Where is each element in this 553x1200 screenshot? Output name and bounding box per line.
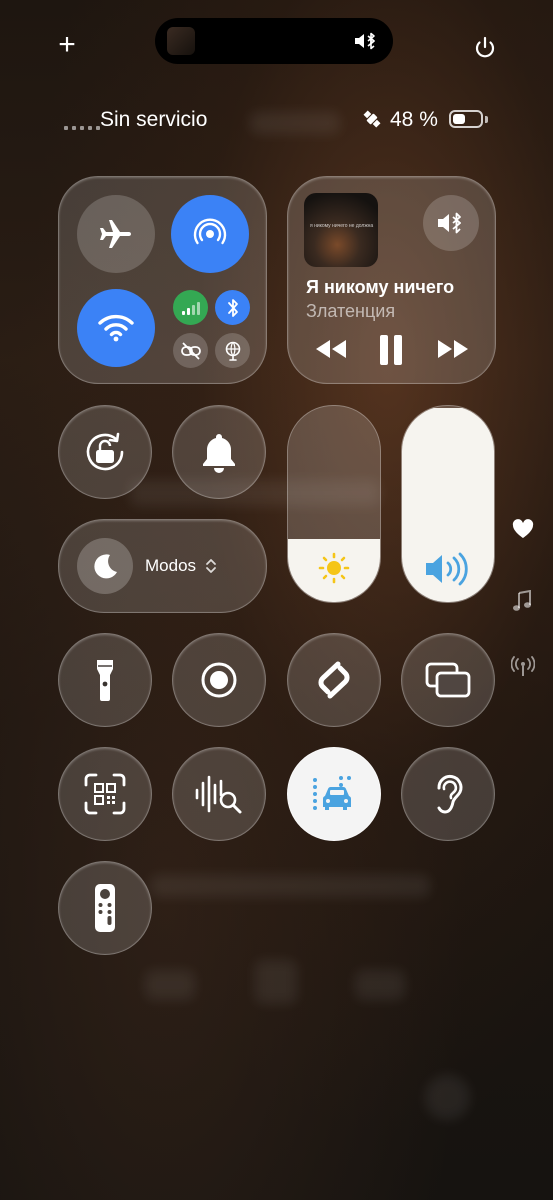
chain-link-icon — [180, 341, 201, 360]
battery-fill — [453, 114, 466, 124]
connectivity-tile[interactable] — [58, 176, 267, 384]
airplane-mode-button[interactable] — [77, 195, 155, 273]
fast-forward-icon[interactable] — [436, 338, 470, 360]
airplane-icon — [100, 220, 131, 248]
track-artist: Златенция — [306, 301, 396, 321]
blurred-background — [355, 970, 405, 1000]
bluetooth-icon — [227, 298, 238, 317]
silent-mode-button[interactable] — [172, 405, 266, 499]
pause-icon[interactable] — [378, 334, 404, 366]
vpn-button[interactable] — [215, 333, 250, 368]
satellite-icon — [360, 106, 384, 132]
dynamic-island[interactable] — [155, 18, 393, 64]
vehicle-motion-cues-button[interactable] — [287, 747, 381, 841]
hotspot-button[interactable] — [173, 333, 208, 368]
chevron-up-down-icon — [205, 557, 217, 575]
bell-icon — [203, 434, 235, 473]
hearing-icon — [437, 774, 463, 814]
blurred-background — [150, 875, 430, 897]
airdrop-button[interactable] — [171, 195, 249, 273]
shazam-icon — [318, 661, 350, 699]
cellular-button[interactable] — [173, 290, 208, 325]
status-bar: Sin servicio 48 % — [64, 106, 494, 134]
bluetooth-button[interactable] — [215, 290, 250, 325]
code-scanner-button[interactable] — [58, 747, 152, 841]
globe-icon — [225, 341, 240, 361]
cellular-icon — [181, 301, 200, 315]
blurred-background — [255, 960, 297, 1004]
sound-recognition-icon — [195, 775, 242, 814]
modes-label: Modos — [145, 556, 197, 575]
vehicle-motion-icon — [313, 776, 352, 810]
carrier-label: Sin servicio — [100, 108, 208, 131]
focus-modes-button[interactable]: Modos — [58, 519, 267, 613]
rewind-icon[interactable] — [314, 338, 348, 360]
album-art-text: я никому ничего не должна — [310, 223, 374, 229]
broadcast-icon[interactable] — [511, 656, 535, 678]
battery-percent: 48 % — [390, 108, 438, 131]
wifi-button[interactable] — [77, 289, 155, 367]
flashlight-icon — [97, 660, 113, 701]
airdrop-icon — [193, 218, 227, 245]
screen-mirroring-button[interactable] — [401, 633, 495, 727]
hearing-button[interactable] — [401, 747, 495, 841]
screen-mirroring-icon — [425, 662, 471, 698]
power-icon[interactable] — [471, 34, 499, 62]
battery-icon — [449, 110, 483, 128]
bluetooth-speaker-icon — [353, 30, 379, 52]
apple-tv-remote-button[interactable] — [58, 861, 152, 955]
rotation-lock-icon — [86, 432, 124, 471]
sun-icon — [318, 552, 350, 584]
sound-recognition-button[interactable] — [172, 747, 266, 841]
blurred-background — [145, 970, 195, 1000]
rotation-lock-button[interactable] — [58, 405, 152, 499]
music-note-icon[interactable] — [512, 590, 532, 612]
plus-icon[interactable]: + — [52, 30, 82, 60]
moon-icon — [77, 538, 133, 594]
qr-scanner-icon — [84, 773, 126, 815]
shazam-button[interactable] — [287, 633, 381, 727]
screen-record-icon — [201, 662, 237, 698]
screen-record-button[interactable] — [172, 633, 266, 727]
track-title: Я никому ничего — [306, 277, 455, 297]
album-art[interactable]: я никому ничего не должна — [304, 193, 378, 267]
now-playing-tile[interactable]: я никому ничего не должна Я никому ничег… — [287, 176, 496, 384]
brightness-slider[interactable] — [287, 405, 381, 603]
bluetooth-speaker-icon — [438, 212, 461, 234]
volume-slider[interactable] — [401, 405, 495, 603]
signal-dots-icon — [64, 126, 100, 130]
blurred-background — [425, 1075, 470, 1120]
remote-icon — [95, 884, 115, 932]
heart-icon[interactable] — [512, 519, 534, 539]
island-album-art — [167, 27, 195, 55]
audio-output-button[interactable] — [423, 195, 479, 251]
speaker-volume-icon — [424, 552, 474, 586]
flashlight-button[interactable] — [58, 633, 152, 727]
battery-nub — [485, 116, 488, 123]
wifi-icon — [98, 314, 134, 342]
